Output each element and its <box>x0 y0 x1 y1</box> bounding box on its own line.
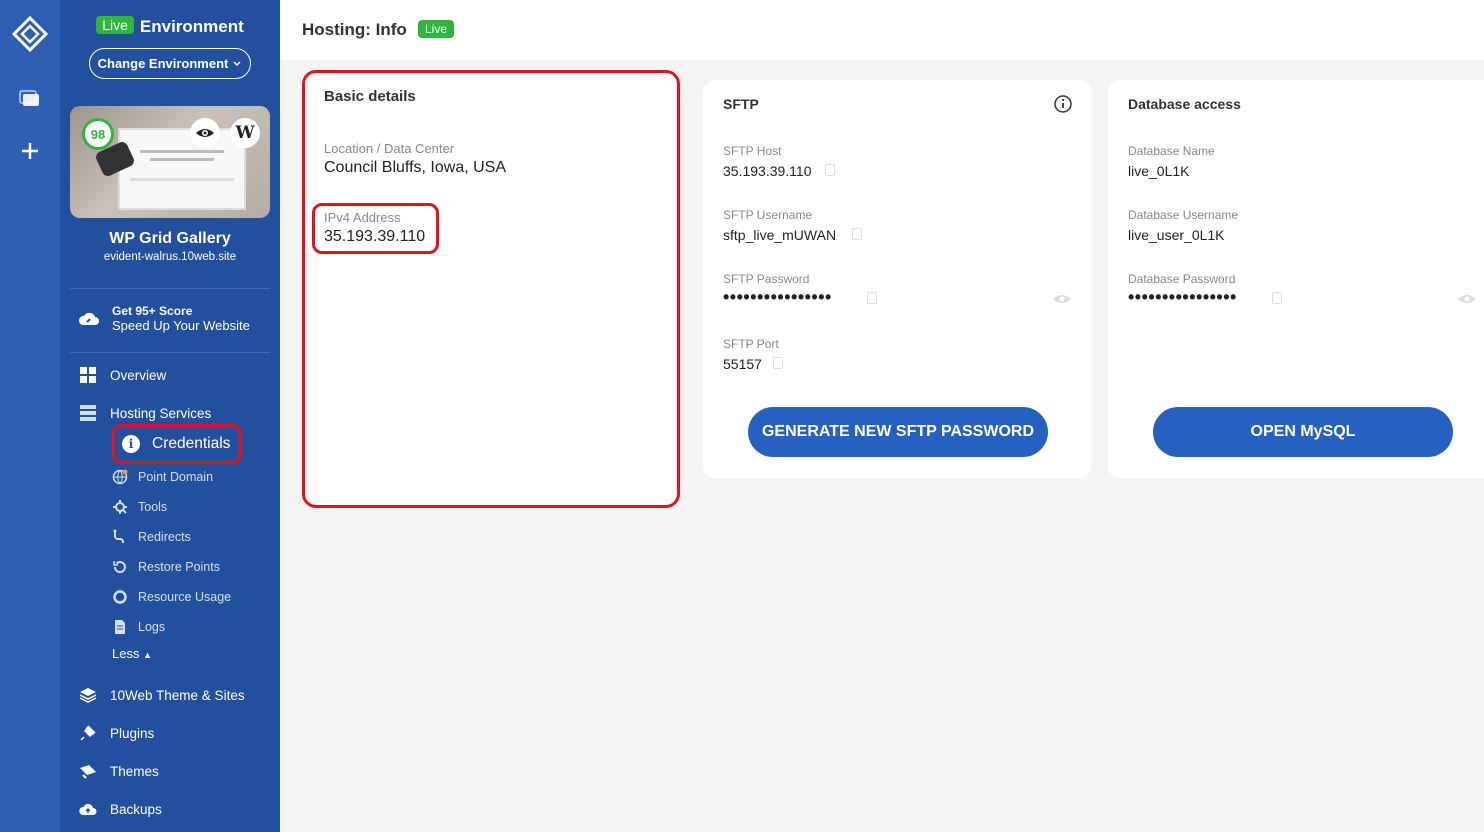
db-name-label: Database Name <box>1128 144 1215 158</box>
nav-redirects[interactable]: Redirects <box>112 529 191 545</box>
copy-icon[interactable] <box>825 164 835 176</box>
copy-icon[interactable] <box>773 357 783 369</box>
nav-restore-points-label: Restore Points <box>138 560 220 574</box>
divider <box>70 352 270 353</box>
sites-icon[interactable] <box>18 87 42 111</box>
environment-label: Environment <box>139 17 244 36</box>
highlight-basic-details <box>302 70 680 508</box>
change-environment-label: Change Environment <box>97 56 229 71</box>
copy-icon[interactable] <box>867 292 877 304</box>
grid-icon <box>78 365 98 385</box>
nav-tools[interactable]: Tools <box>112 499 167 515</box>
nav-resource-usage-label: Resource Usage <box>138 590 232 604</box>
layers-icon <box>78 685 98 705</box>
less-label: Less <box>112 646 140 661</box>
sftp-title: SFTP <box>723 96 759 112</box>
cloud-backup-icon <box>78 799 98 819</box>
db-name-value: live_0L1K <box>1128 163 1190 179</box>
sftp-username-value: sftp_live_mUWAN <box>723 227 837 243</box>
site-thumbnail[interactable]: 98 W <box>70 106 270 218</box>
restore-icon <box>112 559 128 575</box>
nav-credentials-label: Credentials <box>152 435 231 452</box>
sftp-host-value: 35.193.39.110 <box>723 163 812 179</box>
database-title: Database access <box>1128 96 1241 112</box>
nav-backups-label: Backups <box>110 801 162 817</box>
nav-resource-usage[interactable]: Resource Usage <box>112 589 231 605</box>
nav-hosting-services[interactable]: Hosting Services <box>78 403 211 423</box>
nav-restore-points[interactable]: Restore Points <box>112 559 220 575</box>
db-password-label: Database Password <box>1128 272 1236 286</box>
sftp-username-label: SFTP Username <box>723 208 813 222</box>
speed-promo[interactable]: Get 95+ Score Speed Up Your Website <box>78 304 250 333</box>
redirect-icon <box>112 529 128 545</box>
page-header: Hosting: Info Live <box>280 0 1484 60</box>
highlight-ipv4 <box>312 203 439 254</box>
sftp-card: SFTP SFTP Host 35.193.39.110 SFTP Userna… <box>703 80 1091 478</box>
document-icon <box>112 619 128 635</box>
copy-icon[interactable] <box>1272 292 1282 304</box>
add-icon[interactable] <box>18 139 42 163</box>
nav-themes[interactable]: Themes <box>78 761 159 781</box>
sftp-password-label: SFTP Password <box>723 272 810 286</box>
nav-backups[interactable]: Backups <box>78 799 162 819</box>
nav-themes-label: Themes <box>110 763 159 779</box>
show-password-eye-icon[interactable] <box>1052 293 1072 305</box>
sftp-host-label: SFTP Host <box>723 144 782 158</box>
performance-score-badge[interactable]: 98 <box>82 118 114 150</box>
wordpress-icon[interactable]: W <box>230 118 260 148</box>
resource-usage-icon <box>112 589 128 605</box>
chevron-down-icon <box>233 60 241 66</box>
sftp-port-value: 55157 <box>723 356 762 372</box>
nav-tools-label: Tools <box>138 500 168 514</box>
live-badge: Live <box>96 16 134 34</box>
promo-subtitle: Speed Up Your Website <box>112 318 250 333</box>
db-username-value: live_user_0L1K <box>1128 227 1225 243</box>
nav-hosting-services-label: Hosting Services <box>110 405 212 421</box>
promo-title: Get 95+ Score <box>112 304 193 318</box>
nav-point-domain-label: Point Domain <box>138 470 214 484</box>
sftp-port-label: SFTP Port <box>723 337 779 351</box>
nav-logs-label: Logs <box>138 620 166 634</box>
divider <box>70 288 270 289</box>
nav-overview[interactable]: Overview <box>78 365 166 385</box>
chevron-up-icon: ▲ <box>143 650 153 660</box>
nav-redirects-label: Redirects <box>138 530 191 544</box>
nav-overview-label: Overview <box>110 367 167 383</box>
sidebar: Live Environment Change Environment 98 W … <box>60 0 280 832</box>
change-environment-button[interactable]: Change Environment <box>89 48 251 79</box>
nav-logs[interactable]: Logs <box>112 619 165 635</box>
open-mysql-button[interactable]: OPEN MySQL <box>1153 407 1453 457</box>
nav-theme-sites-label: 10Web Theme & Sites <box>110 687 245 703</box>
tools-icon <box>112 499 128 515</box>
nav-point-domain[interactable]: Point Domain <box>112 469 213 485</box>
db-password-value: •••••••••••••••• <box>1128 287 1237 307</box>
10web-logo-icon[interactable] <box>12 16 48 52</box>
site-name: WP Grid Gallery <box>109 230 231 247</box>
page-title: Hosting: Info <box>302 20 407 39</box>
copy-icon[interactable] <box>852 228 862 240</box>
generate-sftp-password-button[interactable]: GENERATE NEW SFTP PASSWORD <box>748 407 1048 457</box>
globe-icon <box>112 469 128 485</box>
nav-plugins[interactable]: Plugins <box>78 723 154 743</box>
database-card: Database access Database Name live_0L1K … <box>1108 80 1484 478</box>
sftp-password-value: •••••••••••••••• <box>723 287 832 307</box>
db-username-label: Database Username <box>1128 208 1239 222</box>
environment-title: Live Environment <box>60 16 280 37</box>
brush-icon <box>78 761 98 781</box>
nav-credentials[interactable]: i Credentials <box>112 424 242 464</box>
nav-plugins-label: Plugins <box>110 725 155 741</box>
plug-icon <box>78 723 98 743</box>
cloud-speed-icon <box>78 312 99 325</box>
less-toggle[interactable]: Less ▲ <box>112 646 152 661</box>
show-password-eye-icon[interactable] <box>1457 293 1477 305</box>
app-rail <box>0 0 60 832</box>
live-status-badge: Live <box>418 20 455 38</box>
nav-theme-sites[interactable]: 10Web Theme & Sites <box>78 685 245 705</box>
info-icon[interactable] <box>1053 94 1073 114</box>
server-icon <box>78 403 98 423</box>
info-icon: i <box>122 435 140 453</box>
site-url[interactable]: evident-walrus.10web.site <box>60 251 280 263</box>
site-preview-image <box>118 128 246 210</box>
preview-eye-icon[interactable] <box>190 118 220 148</box>
